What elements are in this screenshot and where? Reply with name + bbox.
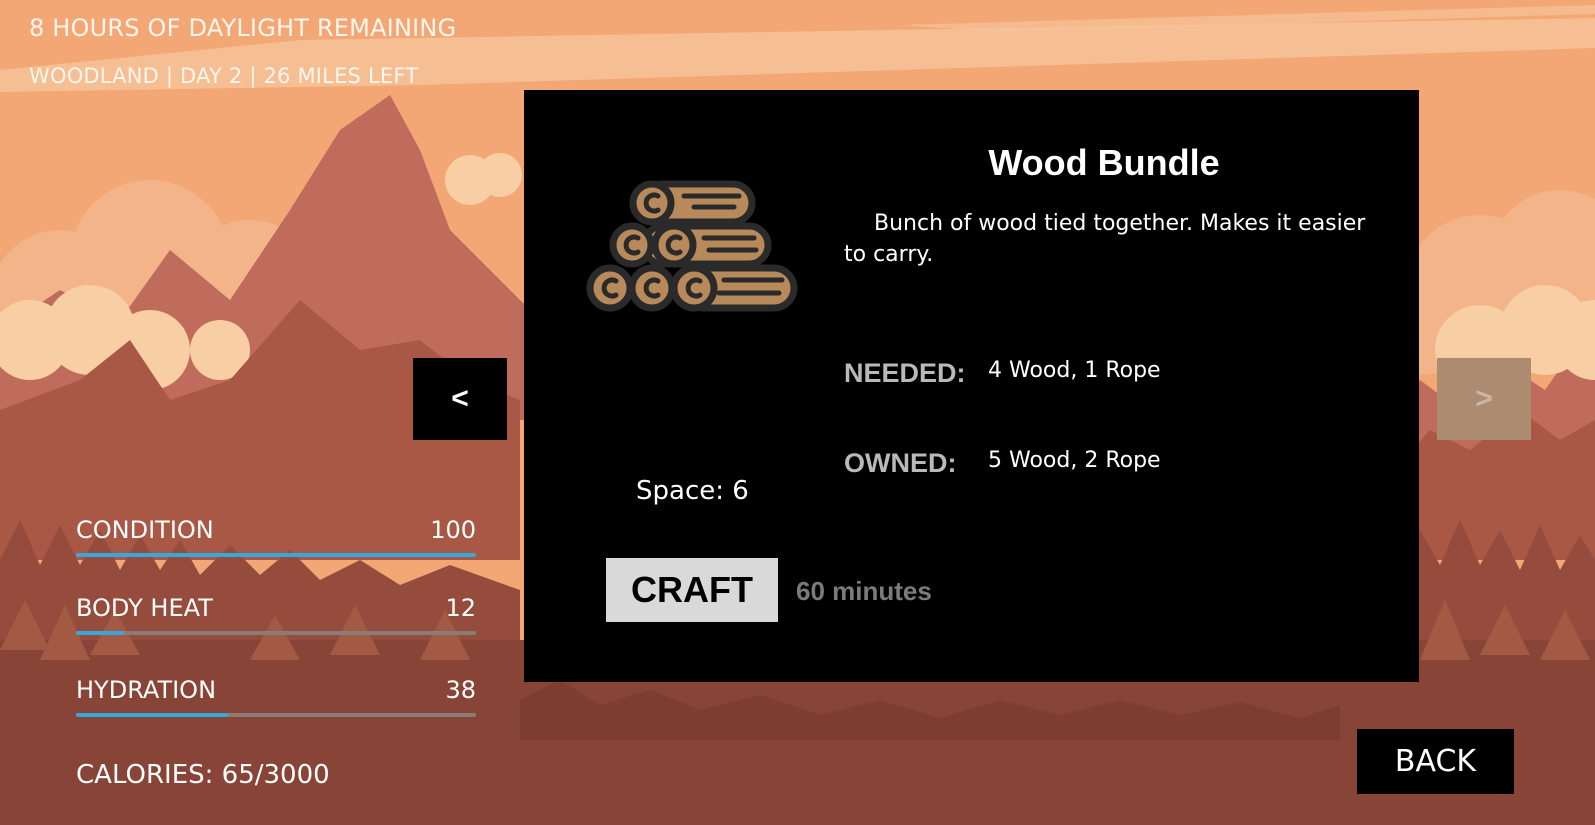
stat-label: BODY HEAT — [76, 594, 213, 622]
stat-value: 38 — [445, 676, 476, 704]
stat-bar-track — [76, 553, 476, 557]
item-title: Wood Bundle — [988, 142, 1220, 183]
previous-item-button[interactable]: < — [413, 358, 507, 440]
stat-label: HYDRATION — [76, 676, 217, 704]
stat-bar-fill — [76, 631, 124, 635]
stat-bar-fill — [76, 713, 228, 717]
location-day-miles-text: WOODLAND | DAY 2 | 26 MILES LEFT — [29, 64, 419, 88]
back-button[interactable]: BACK — [1357, 729, 1514, 794]
needed-label: NEEDED: — [844, 358, 966, 388]
next-item-button[interactable]: > — [1437, 358, 1531, 440]
space-text: Space: 6 — [636, 476, 749, 506]
stat-bar-track — [76, 631, 476, 635]
crafting-panel: Wood Bundle Bunch of wood tied together.… — [524, 90, 1419, 682]
stat-bar-track — [76, 713, 476, 717]
stat-condition: CONDITION 100 — [76, 516, 476, 576]
stat-bar-fill — [76, 553, 476, 557]
calories-text: CALORIES: 65/3000 — [76, 760, 330, 790]
owned-label: OWNED: — [844, 448, 957, 478]
craft-time-text: 60 minutes — [796, 576, 932, 606]
needed-value: 4 Wood, 1 Rope — [988, 358, 1161, 383]
stat-value: 12 — [445, 594, 476, 622]
item-description: Bunch of wood tied together. Makes it ea… — [844, 211, 1366, 267]
craft-button[interactable]: CRAFT — [606, 558, 778, 622]
owned-value: 5 Wood, 2 Rope — [988, 448, 1161, 473]
stat-hydration: HYDRATION 38 — [76, 676, 476, 736]
stat-body-heat: BODY HEAT 12 — [76, 594, 476, 654]
log-bundle-icon — [586, 180, 798, 312]
stat-value: 100 — [430, 516, 476, 544]
stat-label: CONDITION — [76, 516, 214, 544]
daylight-remaining-text: 8 HOURS OF DAYLIGHT REMAINING — [29, 14, 457, 42]
